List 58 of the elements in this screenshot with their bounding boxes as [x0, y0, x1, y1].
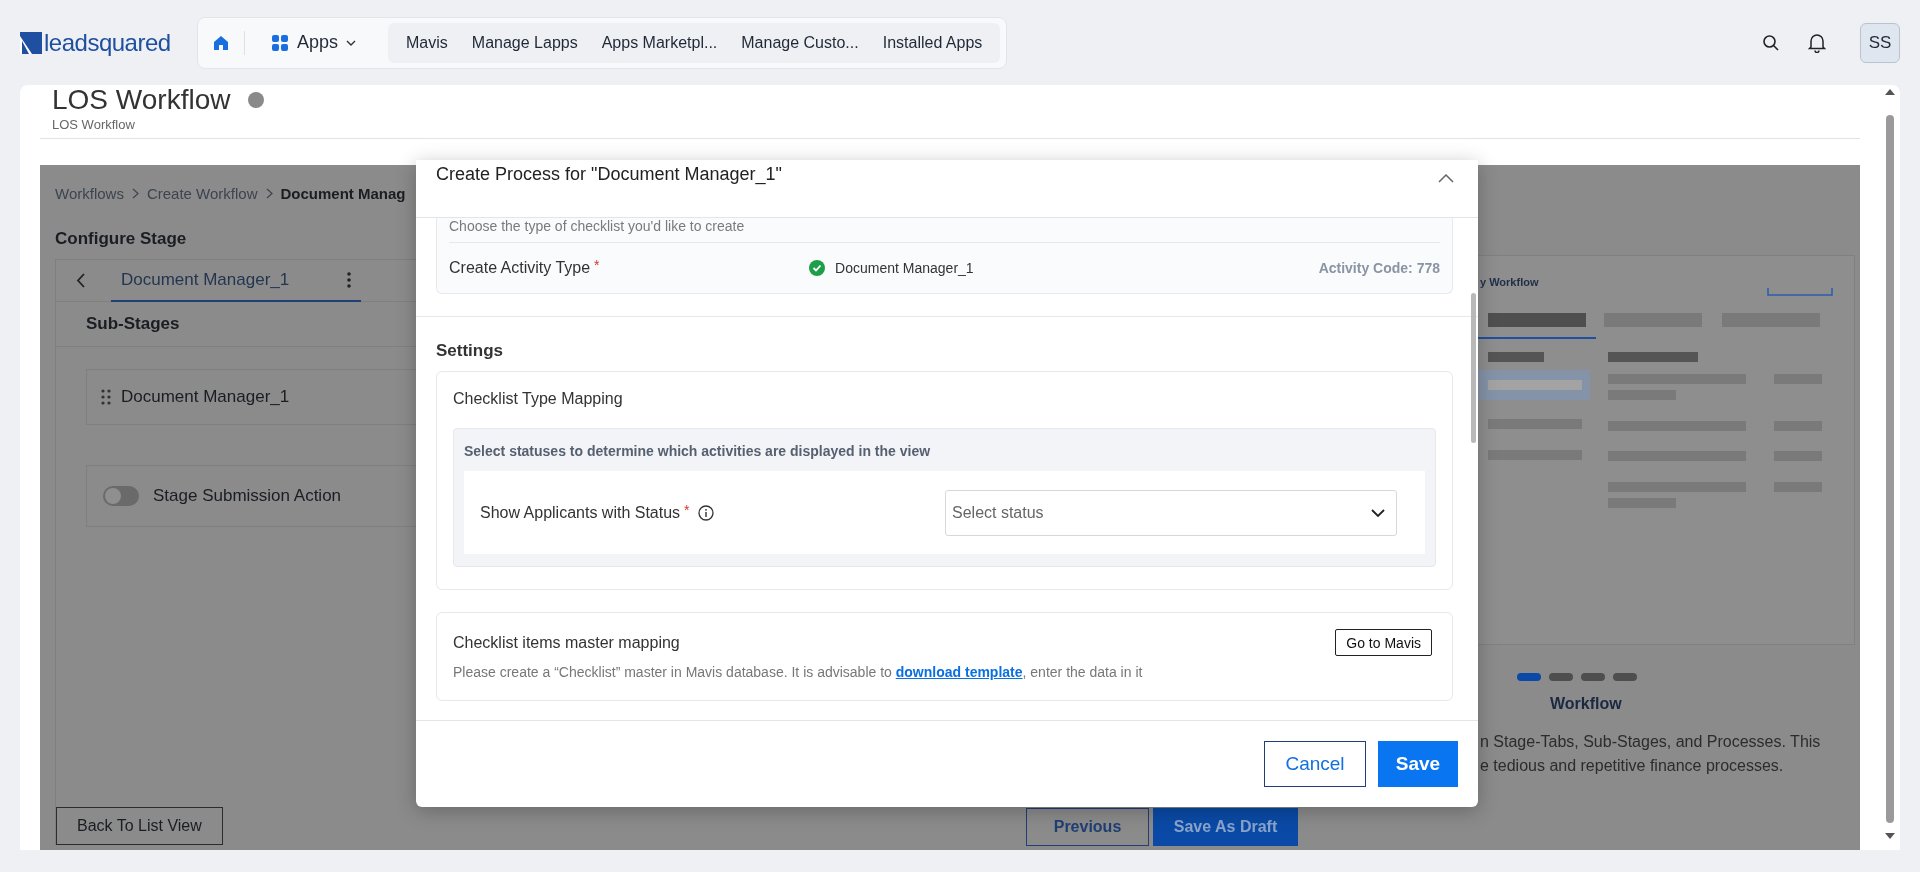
scrollbar-thumb[interactable] [1471, 293, 1476, 443]
home-icon[interactable] [212, 33, 230, 52]
page-subtitle: LOS Workflow [40, 115, 1860, 139]
download-template-link[interactable]: download template [895, 664, 1023, 680]
search-icon[interactable] [1762, 33, 1780, 52]
preview-title: y Workflow [1479, 275, 1540, 288]
back-to-list-button[interactable]: Back To List View [56, 807, 223, 845]
nav-tab[interactable]: Apps Marketpl... [589, 27, 730, 58]
field-label: Show Applicants with Status [480, 503, 681, 522]
breadcrumb-link[interactable]: Workflows [55, 184, 124, 202]
chevron-left-icon[interactable] [76, 273, 85, 288]
instructions-text: Please create a “Checklist” master in Mavis database. It is advisable to download template, enter the data in it [453, 664, 1144, 680]
substage-card[interactable]: Document Manager_1 [86, 369, 416, 425]
card-title: Checklist Type Mapping [453, 390, 624, 409]
chevron-up-icon[interactable] [1438, 174, 1454, 183]
apps-menu-button[interactable]: Apps [251, 32, 383, 53]
nav-tab[interactable]: Installed Apps [870, 27, 995, 58]
save-button[interactable]: Save [1378, 741, 1458, 787]
check-circle-icon [809, 260, 826, 276]
substage-label: Document Manager_1 [121, 387, 290, 407]
required-mark: * [684, 501, 690, 518]
toggle-switch[interactable] [103, 486, 139, 506]
chevron-right-icon [265, 187, 273, 199]
caret-icon [346, 39, 357, 46]
stage-tab[interactable]: Document Manager_1 [111, 259, 361, 302]
nav-tab[interactable]: Manage Lapps [459, 27, 590, 58]
activity-type-value: Document Manager_1 [835, 260, 974, 276]
nav-tab[interactable]: Mavis [394, 27, 460, 58]
user-avatar[interactable]: SS [1860, 22, 1900, 63]
preview-description: e tedious and repetitive finance processes. [1479, 756, 1785, 775]
page-title: LOS Workflow [52, 85, 231, 115]
kebab-menu-icon[interactable] [347, 271, 351, 288]
card-title: Checklist items master mapping [453, 633, 680, 652]
logo-wordmark: leadsquared [44, 28, 171, 57]
activity-hint: Choose the type of checklist you'd like to create [449, 218, 1440, 243]
chevron-right-icon [131, 187, 139, 199]
preview-heading: Workflow [1549, 694, 1623, 713]
drag-handle-icon[interactable] [101, 389, 111, 405]
status-select[interactable]: Select status [945, 489, 1397, 536]
breadcrumb-link[interactable]: Create Workflow [146, 184, 258, 202]
field-label: Create Activity Type [449, 259, 591, 277]
mapping-hint: Select statuses to determine which activities are displayed in the view [464, 443, 932, 461]
section-heading: Settings [436, 340, 505, 362]
activity-code: Activity Code: 778 [1318, 260, 1440, 276]
previous-button[interactable]: Previous [1026, 808, 1149, 846]
modal-title: Create Process for "Document Manager_1" [436, 164, 782, 185]
logo-icon [20, 31, 42, 54]
cancel-button[interactable]: Cancel [1264, 741, 1366, 787]
bell-icon[interactable] [1808, 32, 1826, 53]
go-to-mavis-button[interactable]: Go to Mavis [1335, 629, 1432, 656]
required-mark: * [594, 257, 600, 273]
chevron-down-icon [1371, 508, 1385, 517]
nav-tab[interactable]: Manage Custo... [729, 27, 871, 58]
save-draft-button[interactable]: Save As Draft [1153, 808, 1298, 846]
grid-icon [271, 33, 289, 52]
section-heading: Configure Stage [55, 228, 188, 250]
toggle-label: Stage Submission Action [153, 486, 342, 506]
preview-description: n Stage-Tabs, Sub-Stages, and Processes. This [1479, 732, 1822, 751]
